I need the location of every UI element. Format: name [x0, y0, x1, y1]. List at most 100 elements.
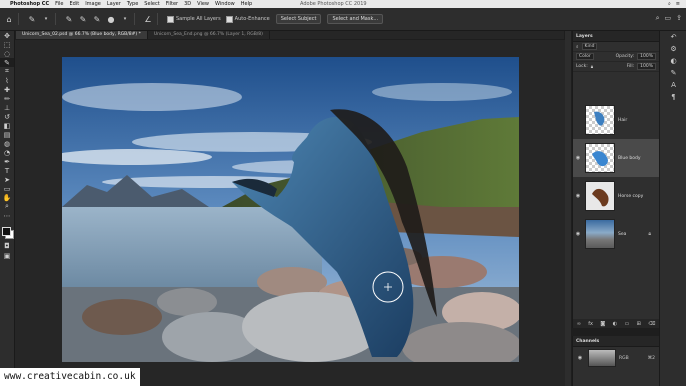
screen-mode-icon[interactable]: ▣	[0, 251, 14, 260]
history-icon[interactable]: ↶	[660, 31, 686, 43]
search-icon[interactable]: ⌕	[668, 0, 671, 8]
healing-tool-icon[interactable]: ✚	[0, 85, 14, 94]
lock-icon[interactable]: 🔒︎	[591, 64, 593, 70]
menu-image[interactable]: Image	[85, 1, 101, 7]
menu-layer[interactable]: Layer	[107, 1, 121, 7]
watermark: www.creativecabin.co.uk	[0, 368, 140, 386]
auto-enhance-checkbox[interactable]	[225, 15, 233, 23]
pen-tool-icon[interactable]: ✒	[0, 157, 14, 166]
layer-name[interactable]: Horse copy	[618, 194, 643, 199]
chevron-down-icon[interactable]: ▾	[41, 14, 51, 24]
menu-window[interactable]: Window	[215, 1, 235, 7]
divider	[55, 13, 56, 25]
clone-stamp-tool-icon[interactable]: ⊥	[0, 103, 14, 112]
layer-horse-copy[interactable]: ◉ Horse copy	[573, 177, 659, 215]
new-selection-icon[interactable]: ✎	[64, 14, 74, 24]
layer-hair[interactable]: Hair	[573, 101, 659, 139]
menu-3d[interactable]: 3D	[184, 1, 191, 7]
new-layer-icon[interactable]: ⊞	[637, 321, 641, 327]
document-canvas[interactable]	[62, 57, 519, 362]
share-icon[interactable]: ⇪	[676, 14, 682, 23]
select-and-mask-button[interactable]: Select and Mask...	[327, 14, 384, 24]
channels-panel: Channels ◉ RGB ⌘2	[572, 336, 659, 386]
properties-icon[interactable]: ⚙	[660, 43, 686, 55]
fill-field[interactable]: 100%	[637, 63, 656, 70]
adjustment-icon[interactable]: ◐	[613, 321, 617, 327]
crop-tool-icon[interactable]: ⌗	[0, 67, 14, 76]
history-brush-tool-icon[interactable]: ↺	[0, 112, 14, 121]
lasso-tool-icon[interactable]: ◌	[0, 49, 14, 58]
eye-icon[interactable]: ◉	[573, 231, 583, 237]
zoom-tool-icon[interactable]: ⌕	[0, 202, 14, 211]
composite-image[interactable]	[62, 57, 519, 362]
quick-selection-tool-icon[interactable]: ✎	[0, 58, 14, 67]
panel-collapse-strip[interactable]	[565, 31, 571, 386]
more-tools-icon[interactable]: ⋯	[0, 211, 14, 220]
marquee-tool-icon[interactable]: ⬚	[0, 40, 14, 49]
brush-size-icon[interactable]: ●	[106, 14, 116, 24]
subtract-selection-icon[interactable]: ✎	[92, 14, 102, 24]
hand-tool-icon[interactable]: ✋	[0, 193, 14, 202]
layer-name[interactable]: Hair	[618, 118, 627, 123]
quick-mask-icon[interactable]: ◘	[0, 241, 14, 250]
menu-edit[interactable]: Edit	[70, 1, 80, 7]
tab-unicorn-sea-02[interactable]: Unicorn_Sea_02.psd @ 66.7% (Blue body, R…	[16, 31, 148, 39]
opacity-field[interactable]: 100%	[637, 53, 656, 60]
menu-file[interactable]: File	[55, 1, 63, 7]
layer-name[interactable]: Sea	[618, 232, 626, 237]
home-icon[interactable]: ⌂	[4, 14, 14, 24]
menu-filter[interactable]: Filter	[166, 1, 178, 7]
link-icon[interactable]: ∞	[577, 321, 581, 327]
type-tool-icon[interactable]: T	[0, 166, 14, 175]
divider	[18, 13, 19, 25]
panel-icon-strip: ↶ ⚙ ◐ ✎ A ¶	[659, 31, 686, 386]
trash-icon[interactable]: ⌫	[648, 321, 655, 327]
eraser-tool-icon[interactable]: ◧	[0, 121, 14, 130]
layers-panel: Layers ⌕ Kind Color Opacity: 100% Lock: …	[572, 31, 659, 328]
channels-panel-title[interactable]: Channels	[573, 336, 659, 347]
menu-type[interactable]: Type	[127, 1, 138, 7]
paragraph-icon[interactable]: ¶	[660, 91, 686, 103]
workspace-icon[interactable]: ▭	[665, 14, 672, 23]
fx-icon[interactable]: fx	[588, 321, 593, 327]
eye-icon[interactable]: ◉	[573, 155, 583, 161]
blend-mode-select[interactable]: Color	[576, 53, 594, 60]
fill-label: Fill:	[626, 64, 635, 69]
quick-selection-tool-icon[interactable]: ✎	[27, 14, 37, 24]
angle-icon[interactable]: ∠	[143, 14, 153, 24]
menu-help[interactable]: Help	[241, 1, 252, 7]
add-selection-icon[interactable]: ✎	[78, 14, 88, 24]
layer-sea[interactable]: ◉ Sea 🔒︎	[573, 215, 659, 253]
brush-settings-icon[interactable]: ✎	[660, 67, 686, 79]
gradient-tool-icon[interactable]: ▤	[0, 130, 14, 139]
menu-select[interactable]: Select	[144, 1, 159, 7]
tab-unicorn-sea-end[interactable]: Unicorn_Sea_End.png @ 66.7% (Layer 1, RG…	[148, 31, 270, 39]
brush-tool-icon[interactable]: ✏	[0, 94, 14, 103]
app-menu[interactable]: Photoshop CC	[10, 1, 49, 7]
character-icon[interactable]: A	[660, 79, 686, 91]
eye-icon[interactable]: ◉	[575, 355, 585, 361]
layer-blue-body[interactable]: ◉ Blue body	[573, 139, 659, 177]
mask-icon[interactable]: ◙	[600, 321, 605, 327]
layers-panel-title[interactable]: Layers	[573, 31, 659, 42]
adjustments-icon[interactable]: ◐	[660, 55, 686, 67]
select-subject-button[interactable]: Select Subject	[275, 14, 322, 24]
kind-filter-select[interactable]: Kind	[581, 43, 598, 50]
path-selection-tool-icon[interactable]: ➤	[0, 175, 14, 184]
layer-thumbnail	[585, 143, 615, 173]
dodge-tool-icon[interactable]: ◔	[0, 148, 14, 157]
rectangle-tool-icon[interactable]: ▭	[0, 184, 14, 193]
move-tool-icon[interactable]: ✥	[0, 31, 14, 40]
list-icon[interactable]: ≡	[676, 0, 680, 8]
chevron-down-icon[interactable]: ▾	[120, 14, 130, 24]
search-icon[interactable]: ⌕	[656, 14, 660, 23]
menu-view[interactable]: View	[197, 1, 209, 7]
eye-icon[interactable]: ◉	[573, 193, 583, 199]
channel-row[interactable]: ◉ RGB ⌘2	[573, 347, 659, 369]
eyedropper-tool-icon[interactable]: ⌇	[0, 76, 14, 85]
sample-all-layers-checkbox[interactable]	[167, 15, 174, 23]
foreground-color-swatch[interactable]	[2, 227, 11, 236]
layer-name[interactable]: Blue body	[618, 156, 641, 161]
blur-tool-icon[interactable]: ◍	[0, 139, 14, 148]
folder-icon[interactable]: ▭	[624, 321, 629, 327]
